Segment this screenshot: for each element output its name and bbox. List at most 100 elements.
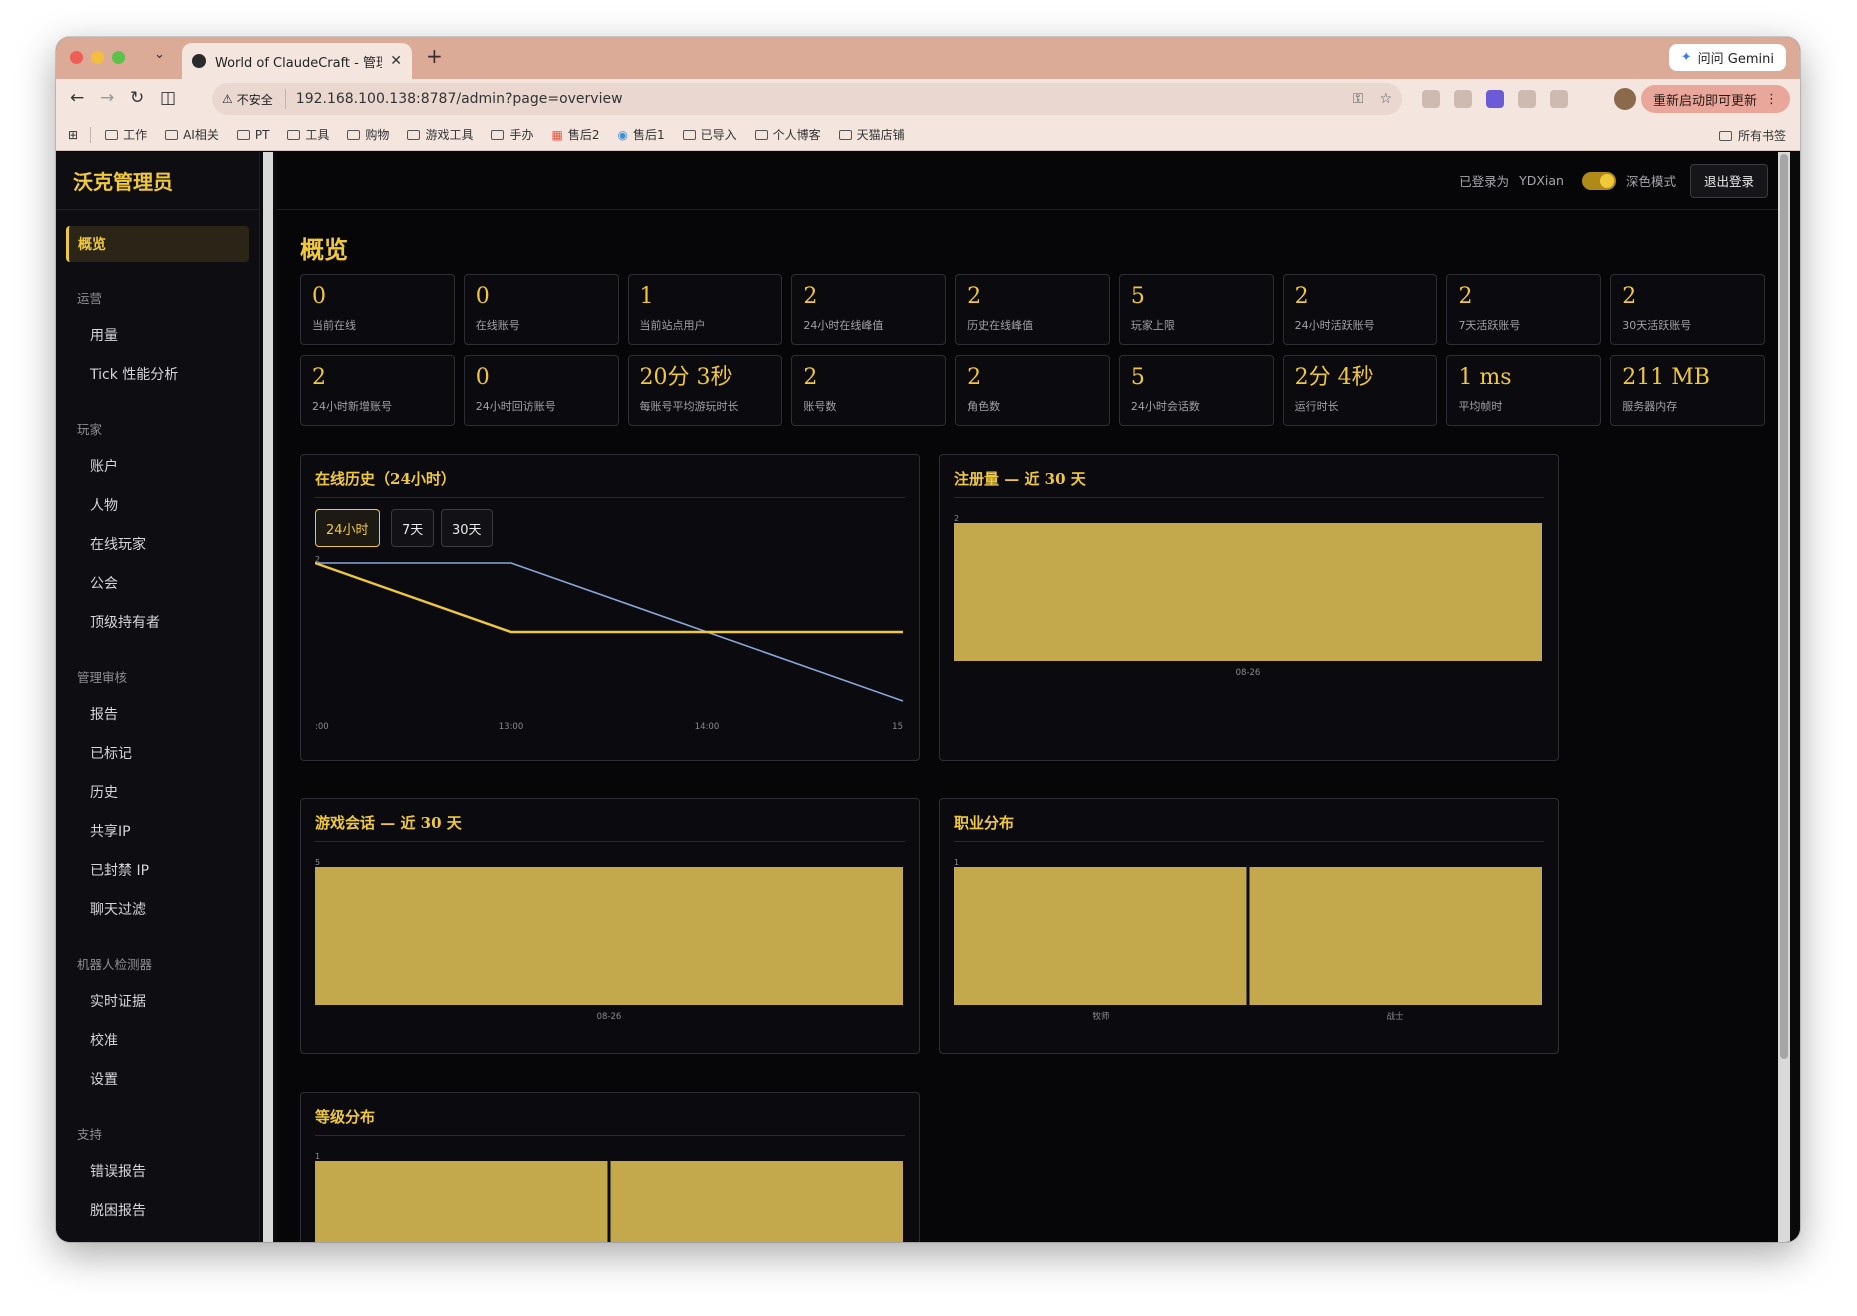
sidebar-item-bug-reports[interactable]: 错误报告 bbox=[56, 1151, 259, 1190]
bookmark-link[interactable]: ▦ 售后2 bbox=[551, 126, 599, 143]
range-24h-button[interactable]: 24小时 bbox=[315, 509, 380, 547]
class-distribution-panel: 职业分布 1 牧师 战士 bbox=[939, 798, 1559, 1054]
stat-label: 角色数 bbox=[967, 400, 1001, 413]
minimize-window-button[interactable] bbox=[91, 51, 104, 64]
all-bookmarks-folder[interactable]: 所有书签 bbox=[1718, 127, 1786, 144]
new-tab-button[interactable]: + bbox=[426, 44, 443, 68]
bookmark-folder[interactable]: 工作 bbox=[105, 126, 147, 143]
stat-value: 0 bbox=[475, 365, 490, 390]
stat-label: 当前在线 bbox=[312, 319, 356, 332]
sidebar-item-chat-filter[interactable]: 聊天过滤 bbox=[56, 889, 259, 928]
stat-label: 24小时新增账号 bbox=[312, 400, 392, 413]
browser-tab-active[interactable]: World of ClaudeCraft - 管理后 ✕ bbox=[182, 43, 412, 79]
sidebar-item-usage[interactable]: 用量 bbox=[56, 315, 259, 354]
address-bar[interactable]: ⚠ 不安全 192.168.100.138:8787/admin?page=ov… bbox=[212, 83, 1402, 115]
page-viewport: 沃克管理员 概览 运营 用量 Tick 性能分析 玩家 账户 人物 在线玩家 公… bbox=[56, 152, 1800, 1242]
sidebar-item-accounts[interactable]: 账户 bbox=[56, 446, 259, 485]
bookmark-folder[interactable]: 购物 bbox=[347, 126, 389, 143]
close-window-button[interactable] bbox=[70, 51, 83, 64]
sidebar-item-characters[interactable]: 人物 bbox=[56, 485, 259, 524]
bookmark-label: 个人博客 bbox=[772, 128, 821, 142]
sidebar-item-tick-profiling[interactable]: Tick 性能分析 bbox=[56, 354, 259, 393]
bookmark-folder[interactable]: 工具 bbox=[287, 126, 329, 143]
more-menu-icon[interactable]: ⋮ bbox=[1765, 92, 1778, 107]
toggle-knob bbox=[1599, 173, 1614, 188]
restart-to-update-button[interactable]: 重新启动即可更新 ⋮ bbox=[1640, 85, 1790, 113]
stat-card: 0 当前在线 bbox=[300, 274, 455, 345]
sidebar-item-overview[interactable]: 概览 bbox=[66, 226, 249, 262]
bookmark-folder[interactable]: 手办 bbox=[491, 126, 533, 143]
gemini-label: 问问 Gemini bbox=[1697, 52, 1774, 67]
tab-close-icon[interactable]: ✕ bbox=[390, 53, 402, 69]
sidebar-item-top-holders[interactable]: 顶级持有者 bbox=[56, 602, 259, 641]
extensions-area bbox=[1422, 90, 1568, 108]
sidebar-item-banned-ip[interactable]: 已封禁 IP bbox=[56, 850, 259, 889]
bookmark-folder[interactable]: AI相关 bbox=[165, 126, 219, 143]
page-scrollbar[interactable] bbox=[1778, 152, 1790, 1242]
dark-mode-label: 深色模式 bbox=[1625, 174, 1676, 189]
scrollbar-thumb[interactable] bbox=[1780, 154, 1788, 1059]
panel-divider bbox=[954, 497, 1544, 498]
tab-search-chevron-icon[interactable]: ⌄ bbox=[154, 47, 165, 62]
stat-value: 2 bbox=[967, 365, 982, 390]
sidebar-scrollbar[interactable] bbox=[263, 152, 273, 1242]
split-view-icon[interactable]: ◫ bbox=[160, 88, 176, 108]
bookmark-folder[interactable]: 天猫店铺 bbox=[838, 126, 905, 143]
sidebar-item-online-players[interactable]: 在线玩家 bbox=[56, 524, 259, 563]
extension-3-icon[interactable] bbox=[1486, 90, 1504, 108]
stat-card: 2 角色数 bbox=[955, 355, 1110, 426]
sidebar-item-shared-ip[interactable]: 共享IP bbox=[56, 811, 259, 850]
tab-title: World of ClaudeCraft - 管理后 bbox=[215, 55, 382, 71]
profile-avatar[interactable] bbox=[1614, 88, 1636, 110]
y-tick-label: 5 bbox=[315, 858, 320, 867]
stat-label: 玩家上限 bbox=[1130, 319, 1175, 332]
bookmark-folder[interactable]: PT bbox=[236, 128, 269, 142]
bookmark-star-icon[interactable]: ☆ bbox=[1379, 91, 1392, 107]
sidebar-item-flagged[interactable]: 已标记 bbox=[56, 733, 259, 772]
sidebar-item-live-evidence[interactable]: 实时证据 bbox=[56, 981, 259, 1020]
stat-label: 账号数 bbox=[803, 400, 837, 413]
sidebar-item-guilds[interactable]: 公会 bbox=[56, 563, 259, 602]
bar bbox=[315, 1161, 608, 1242]
folder-icon bbox=[287, 129, 301, 140]
bar bbox=[954, 867, 1247, 1005]
range-30d-button[interactable]: 30天 bbox=[441, 509, 493, 547]
bookmark-folder[interactable]: 游戏工具 bbox=[407, 126, 473, 143]
logout-button[interactable]: 退出登录 bbox=[1689, 163, 1768, 198]
extension-1-icon[interactable] bbox=[1422, 90, 1440, 108]
class-distribution-chart: 1 牧师 战士 bbox=[954, 858, 1542, 1022]
extension-4-icon[interactable] bbox=[1518, 90, 1536, 108]
extensions-puzzle-icon[interactable] bbox=[1550, 90, 1568, 108]
bookmark-label: AI相关 bbox=[183, 128, 219, 142]
dark-mode-toggle[interactable] bbox=[1581, 171, 1616, 190]
site-info-button[interactable]: ⚠ 不安全 bbox=[222, 89, 286, 109]
ask-gemini-button[interactable]: ✦ 问问 Gemini bbox=[1668, 44, 1786, 71]
range-7d-button[interactable]: 7天 bbox=[391, 509, 435, 547]
bookmark-link[interactable]: ◉ 售后1 bbox=[617, 126, 664, 143]
panel-divider bbox=[315, 1135, 905, 1136]
bar bbox=[954, 523, 1542, 661]
password-key-icon[interactable]: ⚿ bbox=[1353, 91, 1364, 107]
bookmarks-bar: ⊞ 工作 AI相关 PT 工具 购物 游戏工具 手办 ▦ 售后2 ◉ 售后1 已导入… bbox=[56, 119, 1800, 151]
reload-icon[interactable]: ↻ bbox=[130, 88, 144, 108]
bar bbox=[1249, 867, 1542, 1005]
bookmark-folder[interactable]: 个人博客 bbox=[754, 126, 821, 143]
sidebar-item-calibration[interactable]: 校准 bbox=[56, 1020, 259, 1059]
url-text[interactable]: 192.168.100.138:8787/admin?page=overview bbox=[296, 91, 623, 107]
sidebar-item-history[interactable]: 历史 bbox=[56, 772, 259, 811]
stat-value: 0 bbox=[475, 284, 490, 309]
apps-grid-icon[interactable]: ⊞ bbox=[68, 128, 78, 142]
folder-icon bbox=[682, 129, 696, 140]
zoom-window-button[interactable] bbox=[112, 51, 125, 64]
bar bbox=[315, 867, 903, 1005]
sidebar-section-moderation: 管理审核 bbox=[77, 670, 128, 685]
sidebar-item-unstuck-reports[interactable]: 脱困报告 bbox=[56, 1190, 259, 1229]
sidebar-item-reports[interactable]: 报告 bbox=[56, 694, 259, 733]
forward-arrow-icon[interactable]: → bbox=[100, 88, 114, 108]
sidebar-item-settings[interactable]: 设置 bbox=[56, 1059, 259, 1098]
extension-2-icon[interactable] bbox=[1454, 90, 1472, 108]
bookmark-folder[interactable]: 已导入 bbox=[682, 126, 737, 143]
stat-value: 2 bbox=[1622, 284, 1637, 309]
back-arrow-icon[interactable]: ← bbox=[70, 88, 84, 108]
username: YDXian bbox=[1519, 173, 1564, 188]
